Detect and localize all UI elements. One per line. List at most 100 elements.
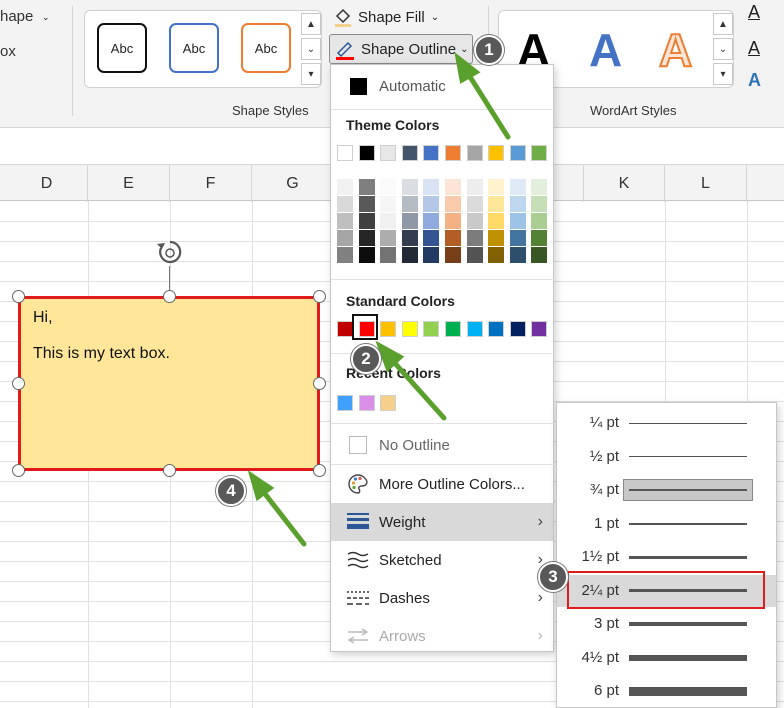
theme-color-swatch[interactable] bbox=[509, 145, 526, 161]
menu-item-dashes[interactable]: Dashes › bbox=[331, 579, 553, 617]
theme-shade-swatch[interactable] bbox=[466, 213, 483, 229]
resize-handle-top-right[interactable] bbox=[313, 290, 326, 303]
resize-handle-top-left[interactable] bbox=[12, 290, 25, 303]
theme-shade-swatch[interactable] bbox=[509, 179, 526, 195]
menu-item-automatic[interactable]: Automatic bbox=[331, 67, 553, 105]
theme-color-swatch[interactable] bbox=[466, 145, 483, 161]
theme-shade-swatch[interactable] bbox=[445, 196, 461, 212]
theme-shade-swatch[interactable] bbox=[445, 247, 461, 263]
menu-item-weight[interactable]: Weight › bbox=[331, 503, 553, 541]
standard-color-swatch[interactable] bbox=[531, 321, 548, 337]
column-header-g[interactable]: G bbox=[252, 165, 334, 202]
theme-shade-swatch[interactable] bbox=[337, 230, 353, 246]
gallery-up-button[interactable]: ▲ bbox=[301, 13, 321, 35]
resize-handle-left[interactable] bbox=[12, 377, 25, 390]
wordart-style-orange[interactable]: A bbox=[658, 26, 693, 74]
theme-shade-swatch[interactable] bbox=[531, 196, 548, 212]
theme-shade-swatch[interactable] bbox=[466, 196, 483, 212]
standard-color-swatch[interactable] bbox=[423, 321, 440, 337]
column-header-k[interactable]: K bbox=[583, 165, 665, 202]
theme-color-swatch[interactable] bbox=[401, 145, 418, 161]
theme-shade-swatch[interactable] bbox=[509, 196, 526, 212]
theme-shade-swatch[interactable] bbox=[401, 247, 418, 263]
theme-shade-swatch[interactable] bbox=[509, 213, 526, 229]
theme-shade-swatch[interactable] bbox=[488, 247, 505, 263]
theme-color-swatch[interactable] bbox=[380, 145, 397, 161]
theme-color-swatch[interactable] bbox=[445, 145, 461, 161]
shape-style-orange[interactable]: Abc bbox=[241, 23, 291, 73]
standard-color-swatch[interactable] bbox=[380, 321, 397, 337]
shape-button-partial[interactable]: hape bbox=[0, 8, 33, 25]
theme-shade-swatch[interactable] bbox=[380, 179, 397, 195]
resize-handle-bottom-left[interactable] bbox=[12, 464, 25, 477]
theme-shade-swatch[interactable] bbox=[423, 230, 440, 246]
theme-shade-swatch[interactable] bbox=[358, 230, 375, 246]
recent-color-swatch[interactable] bbox=[380, 395, 397, 411]
theme-shade-swatch[interactable] bbox=[401, 230, 418, 246]
weight-option[interactable]: 3 pt bbox=[557, 608, 776, 640]
weight-option[interactable]: ¼ pt bbox=[557, 407, 776, 439]
text-box-button-partial[interactable]: ox bbox=[0, 43, 16, 60]
text-effects-button[interactable]: A bbox=[748, 70, 761, 91]
column-header-l[interactable]: L bbox=[665, 165, 747, 202]
weight-option[interactable]: 2¼ pt bbox=[557, 570, 776, 609]
theme-color-swatch[interactable] bbox=[358, 145, 375, 161]
text-box-shape[interactable]: Hi, This is my text box. bbox=[18, 296, 320, 471]
standard-color-swatch[interactable] bbox=[337, 321, 353, 337]
theme-shade-swatch[interactable] bbox=[466, 230, 483, 246]
theme-shade-swatch[interactable] bbox=[488, 196, 505, 212]
text-fill-button[interactable]: A bbox=[748, 2, 760, 23]
column-header-d[interactable]: D bbox=[6, 165, 88, 202]
standard-color-swatch[interactable] bbox=[445, 321, 461, 337]
shape-style-black[interactable]: Abc bbox=[97, 23, 147, 73]
theme-color-swatch[interactable] bbox=[531, 145, 548, 161]
column-header-e[interactable]: E bbox=[88, 165, 170, 202]
weight-option[interactable]: 1 pt bbox=[557, 508, 776, 540]
theme-shade-swatch[interactable] bbox=[445, 213, 461, 229]
recent-color-swatch[interactable] bbox=[337, 395, 353, 411]
theme-shade-swatch[interactable] bbox=[445, 230, 461, 246]
wordart-style-blue[interactable]: A bbox=[589, 27, 622, 73]
theme-shade-swatch[interactable] bbox=[358, 213, 375, 229]
weight-option[interactable]: ¾ pt bbox=[557, 474, 776, 506]
theme-shade-swatch[interactable] bbox=[380, 213, 397, 229]
theme-shade-swatch[interactable] bbox=[488, 230, 505, 246]
theme-shade-swatch[interactable] bbox=[380, 247, 397, 263]
theme-shade-swatch[interactable] bbox=[488, 179, 505, 195]
resize-handle-top[interactable] bbox=[163, 290, 176, 303]
rotate-handle-icon[interactable] bbox=[154, 238, 186, 268]
theme-shade-swatch[interactable] bbox=[401, 196, 418, 212]
text-outline-button[interactable]: A bbox=[748, 38, 760, 59]
recent-color-swatch[interactable] bbox=[358, 395, 375, 411]
theme-shade-swatch[interactable] bbox=[423, 247, 440, 263]
theme-shade-swatch[interactable] bbox=[445, 179, 461, 195]
standard-color-swatch[interactable] bbox=[401, 321, 418, 337]
theme-shade-swatch[interactable] bbox=[466, 247, 483, 263]
theme-shade-swatch[interactable] bbox=[488, 213, 505, 229]
menu-item-sketched[interactable]: Sketched › bbox=[331, 541, 553, 579]
gallery-more-button[interactable]: ▾ bbox=[301, 63, 321, 85]
weight-option[interactable]: 4½ pt bbox=[557, 642, 776, 674]
weight-option[interactable]: 6 pt bbox=[557, 675, 776, 707]
weight-option[interactable]: 1½ pt bbox=[557, 541, 776, 573]
theme-shade-swatch[interactable] bbox=[337, 179, 353, 195]
wordart-up-button[interactable]: ▲ bbox=[713, 13, 733, 35]
menu-item-more-outline-colors[interactable]: More Outline Colors... bbox=[331, 465, 553, 503]
theme-shade-swatch[interactable] bbox=[401, 179, 418, 195]
theme-shade-swatch[interactable] bbox=[337, 196, 353, 212]
theme-shade-swatch[interactable] bbox=[423, 196, 440, 212]
theme-shade-swatch[interactable] bbox=[380, 196, 397, 212]
theme-shade-swatch[interactable] bbox=[358, 247, 375, 263]
theme-shade-swatch[interactable] bbox=[531, 230, 548, 246]
theme-shade-swatch[interactable] bbox=[531, 213, 548, 229]
theme-color-swatch[interactable] bbox=[488, 145, 505, 161]
theme-color-swatch[interactable] bbox=[423, 145, 440, 161]
column-header-f[interactable]: F bbox=[170, 165, 252, 202]
theme-shade-swatch[interactable] bbox=[380, 230, 397, 246]
menu-item-no-outline[interactable]: No Outline bbox=[331, 426, 553, 464]
resize-handle-bottom[interactable] bbox=[163, 464, 176, 477]
theme-shade-swatch[interactable] bbox=[401, 213, 418, 229]
theme-shade-swatch[interactable] bbox=[358, 196, 375, 212]
theme-shade-swatch[interactable] bbox=[509, 247, 526, 263]
shape-fill-button[interactable]: Shape Fill ⌄ bbox=[332, 4, 462, 30]
